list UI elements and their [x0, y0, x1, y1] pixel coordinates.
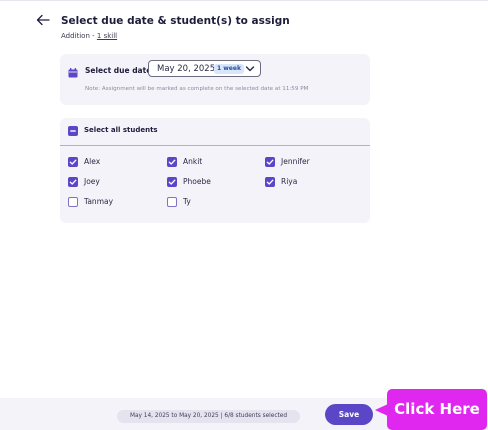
- calendar-icon: [68, 68, 78, 78]
- select-all-label: Select all students: [84, 126, 158, 134]
- click-here-text: Click Here: [394, 400, 480, 418]
- save-button[interactable]: Save: [325, 404, 373, 425]
- selection-summary: May 14, 2025 to May 20, 2025 | 6/8 stude…: [117, 410, 300, 423]
- due-date-note: Note: Assignment will be marked as compl…: [85, 86, 309, 92]
- student-name: Ankit: [183, 157, 203, 166]
- subtitle-prefix: Addition -: [61, 32, 97, 40]
- week-badge: 1 week: [214, 64, 244, 74]
- student-name: Jennifer: [281, 157, 310, 166]
- select-all-checkbox[interactable]: [68, 126, 78, 136]
- page-subtitle: Addition - 1 skill: [61, 32, 117, 40]
- chevron-down-icon: [245, 66, 255, 72]
- student-checkbox[interactable]: [68, 157, 78, 167]
- student-name: Joey: [84, 177, 100, 186]
- due-date-label: Select due date:: [85, 66, 155, 75]
- student-checkbox[interactable]: [167, 197, 177, 207]
- student-checkbox[interactable]: [68, 197, 78, 207]
- top-border: [0, 0, 488, 1]
- due-date-value: May 20, 2025: [157, 64, 216, 74]
- back-arrow-icon[interactable]: [36, 14, 50, 26]
- student-checkbox[interactable]: [68, 177, 78, 187]
- student-name: Riya: [281, 177, 298, 186]
- due-date-select[interactable]: May 20, 2025 1 week: [148, 60, 261, 77]
- student-name: Alex: [84, 157, 101, 166]
- student-checkbox[interactable]: [167, 177, 177, 187]
- student-checkbox[interactable]: [167, 157, 177, 167]
- student-checkbox[interactable]: [265, 177, 275, 187]
- skill-link[interactable]: 1 skill: [97, 32, 117, 40]
- divider: [60, 145, 370, 146]
- callout-pointer-icon: [375, 404, 388, 416]
- page-title: Select due date & student(s) to assign: [61, 15, 290, 27]
- student-name: Phoebe: [183, 177, 211, 186]
- students-card: Select all students Alex Ankit Jennifer …: [60, 118, 370, 223]
- click-here-callout: Click Here: [387, 389, 487, 430]
- due-date-card: Select due date: May 20, 2025 1 week Not…: [60, 54, 370, 105]
- student-name: Tanmay: [84, 197, 114, 206]
- student-checkbox[interactable]: [265, 157, 275, 167]
- student-name: Ty: [183, 197, 191, 206]
